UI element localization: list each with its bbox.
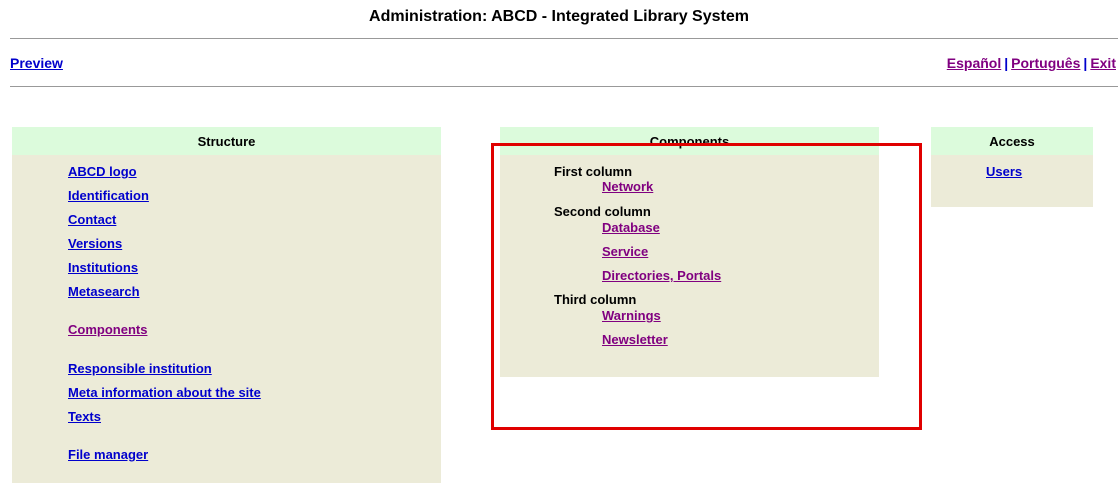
- preview-nav: Preview: [10, 55, 63, 71]
- exit-link[interactable]: Exit: [1090, 55, 1116, 71]
- nav-divider: [10, 86, 1118, 87]
- access-heading: Access: [931, 127, 1093, 155]
- highlight-box: [491, 143, 922, 430]
- lang-portugues-link[interactable]: Português: [1011, 55, 1080, 71]
- structure-link-texts[interactable]: Texts: [68, 409, 101, 424]
- nav-separator: |: [1004, 55, 1009, 71]
- language-nav: Español | Português | Exit: [947, 55, 1116, 71]
- structure-link-responsible-institution[interactable]: Responsible institution: [68, 361, 212, 376]
- access-panel: Access Users: [931, 127, 1093, 207]
- structure-link-meta-information[interactable]: Meta information about the site: [68, 385, 261, 400]
- structure-link-contact[interactable]: Contact: [68, 212, 116, 227]
- structure-link-metasearch[interactable]: Metasearch: [68, 284, 140, 299]
- nav-separator: |: [1083, 55, 1088, 71]
- lang-espanol-link[interactable]: Español: [947, 55, 1001, 71]
- access-link-users[interactable]: Users: [986, 164, 1022, 179]
- preview-link[interactable]: Preview: [10, 55, 63, 71]
- structure-link-components[interactable]: Components: [68, 322, 147, 337]
- top-divider: [10, 38, 1118, 39]
- page-title: Administration: ABCD - Integrated Librar…: [369, 8, 749, 25]
- structure-link-file-manager[interactable]: File manager: [68, 447, 148, 462]
- structure-heading: Structure: [12, 127, 441, 155]
- structure-link-identification[interactable]: Identification: [68, 188, 149, 203]
- structure-link-versions[interactable]: Versions: [68, 236, 122, 251]
- structure-link-abcd-logo[interactable]: ABCD logo: [68, 164, 137, 179]
- structure-panel: Structure ABCD logo Identification Conta…: [12, 127, 441, 483]
- structure-link-institutions[interactable]: Institutions: [68, 260, 138, 275]
